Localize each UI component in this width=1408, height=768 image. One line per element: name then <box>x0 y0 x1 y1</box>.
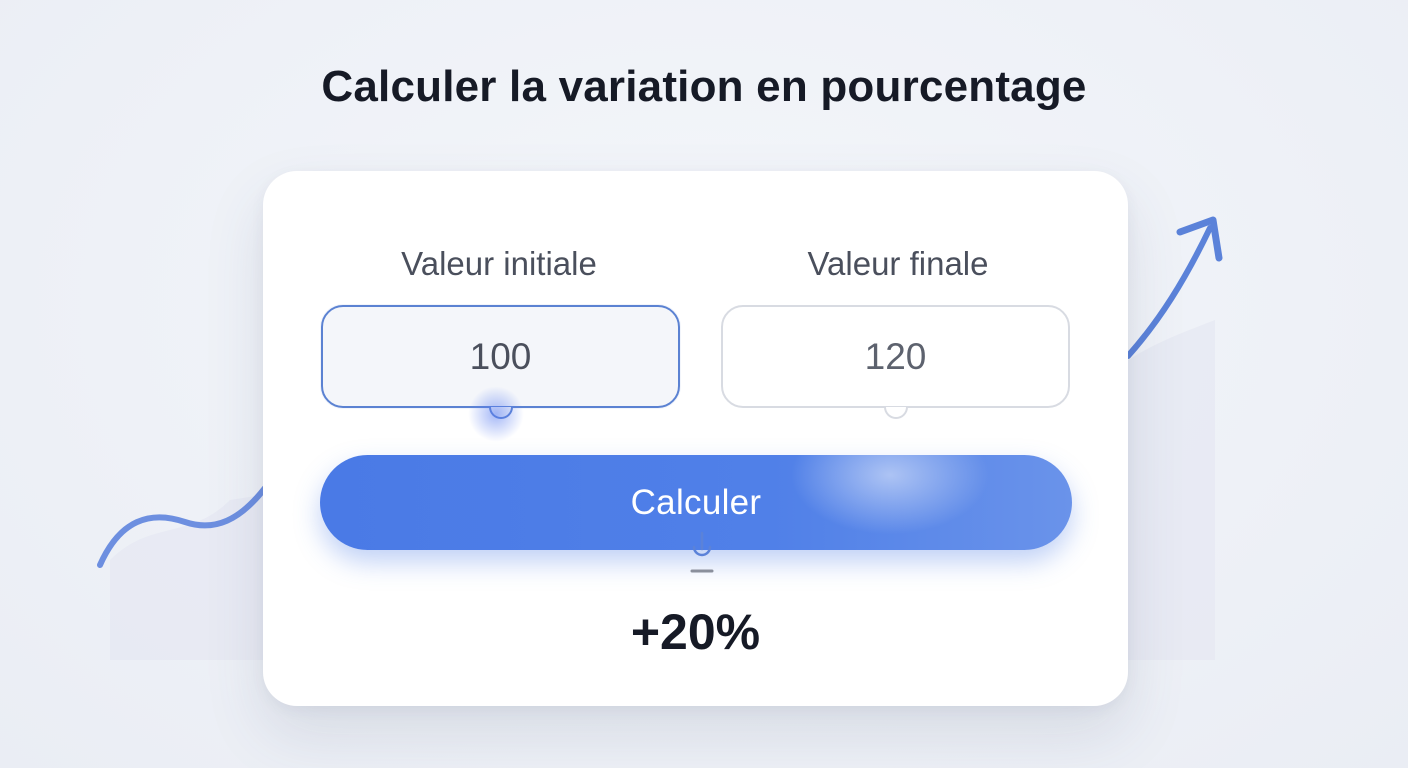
pointer-cursor-icon <box>690 531 714 573</box>
calculate-button-label: Calculer <box>630 482 762 522</box>
button-sheen <box>790 455 990 535</box>
calculator-card: Valeur initiale Valeur finale 100 120 Ca… <box>263 171 1128 706</box>
final-value-text: 120 <box>864 335 927 377</box>
final-value-input[interactable]: 120 <box>721 305 1070 419</box>
page-title: Calculer la variation en pourcentage <box>321 62 1087 111</box>
app-root: Calculer la variation en pourcentage Val… <box>0 0 1408 768</box>
result-value: +20% <box>630 604 761 660</box>
final-field-nub <box>883 407 908 419</box>
final-value-label: Valeur finale <box>807 245 989 282</box>
focus-glow <box>468 386 524 442</box>
initial-value-label: Valeur initiale <box>401 245 597 282</box>
initial-value-text: 100 <box>469 335 532 377</box>
